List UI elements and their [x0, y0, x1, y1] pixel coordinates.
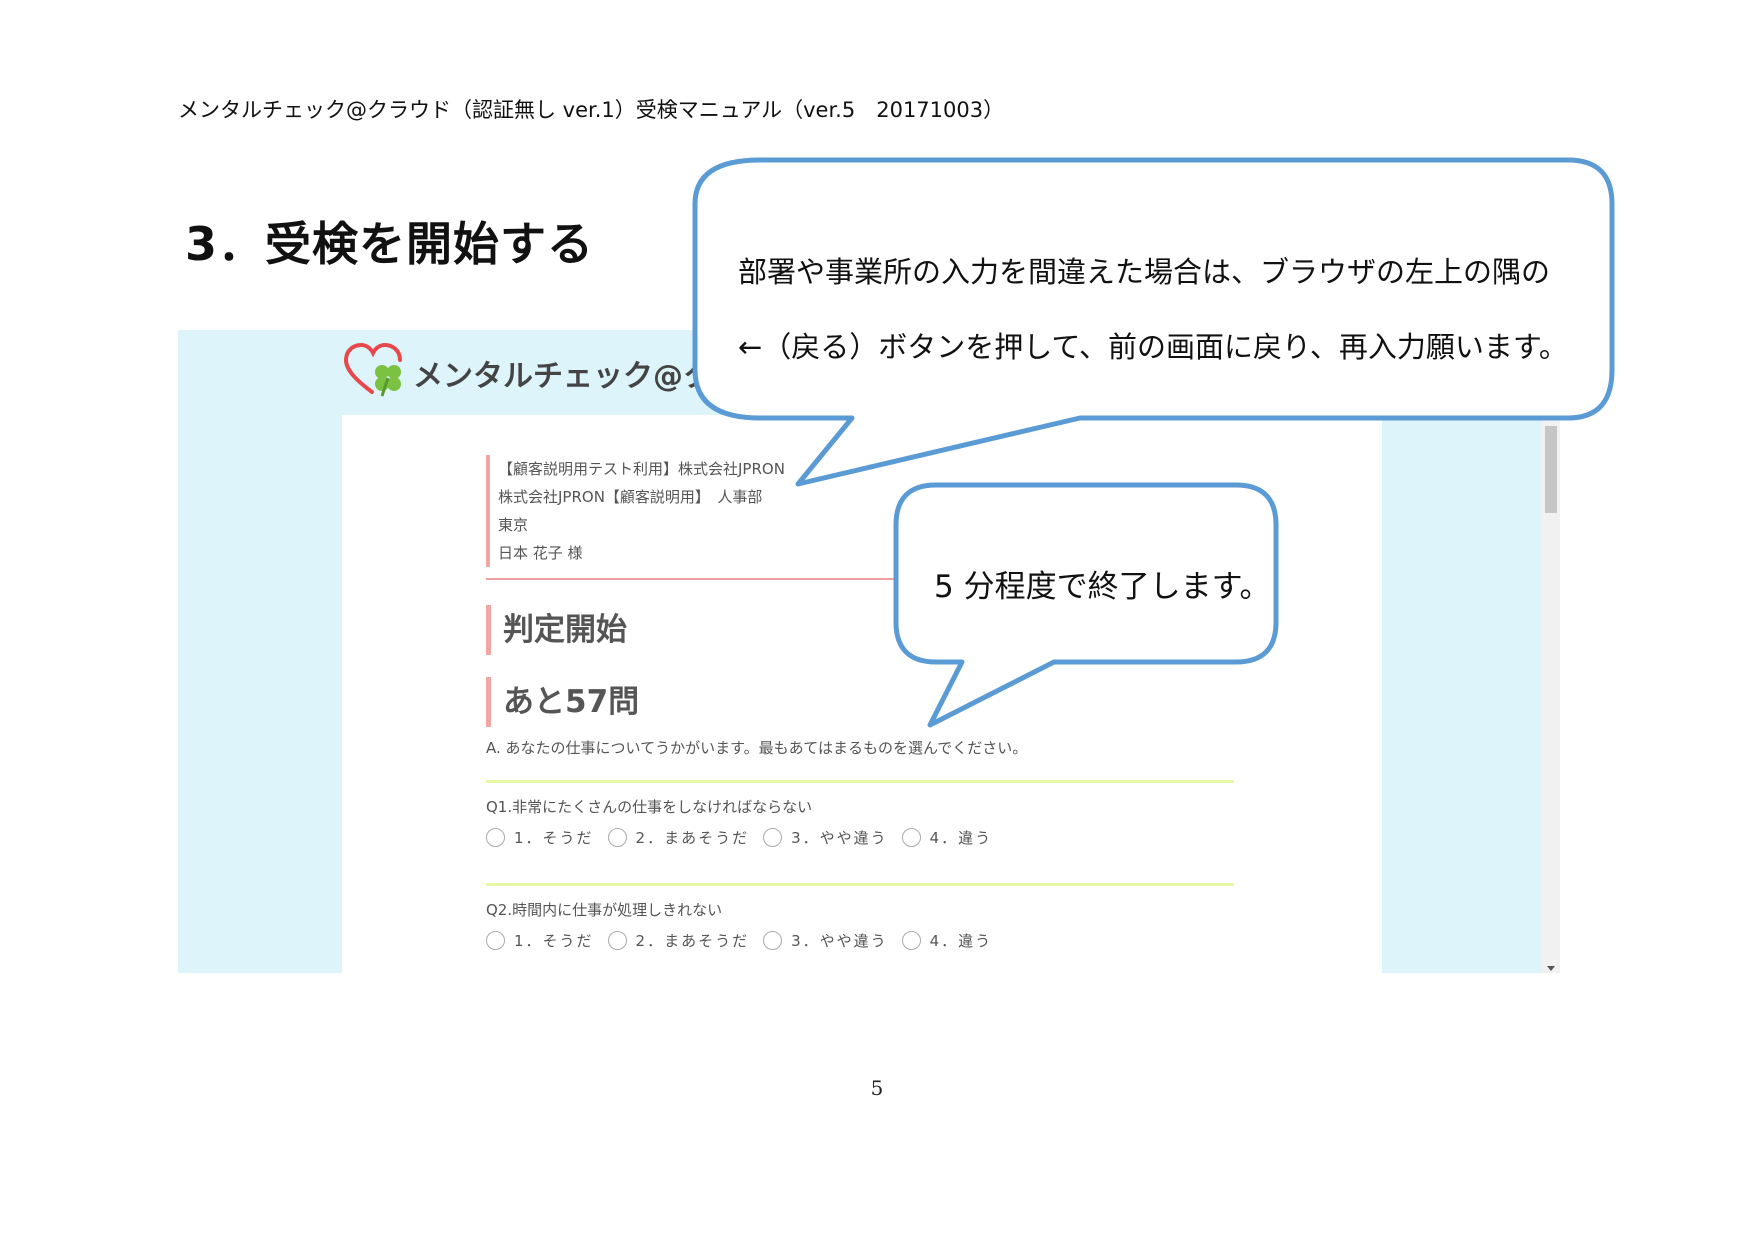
question-card: 【顧客説明用テスト利用】株式会社JPRON 株式会社JPRON【顧客説明用】 人… [342, 415, 1382, 973]
app-screenshot: メンタルチェック@クラ 【顧客説明用テスト利用】株式会社JPRON 株式会社JP… [178, 330, 1560, 973]
radio-button[interactable] [763, 931, 783, 950]
answer-option[interactable]: 3．やや違う [763, 827, 888, 848]
app-name: メンタルチェック@クラ [413, 359, 743, 394]
document-header: メンタルチェック@クラウド（認証無し ver.1）受検マニュアル（ver.5 2… [178, 98, 1005, 122]
option-label: 3．やや違う [791, 829, 888, 847]
question-text: Q1.非常にたくさんの仕事をしなければならない [486, 798, 813, 816]
scrollbar[interactable] [1542, 420, 1560, 973]
logo-icon [343, 342, 402, 397]
option-label: 1．そうだ [514, 829, 594, 847]
radio-button[interactable] [901, 828, 921, 847]
option-label: 4．違う [929, 829, 993, 847]
remaining-count: あと57問 [486, 677, 639, 727]
section-title: 3．受検を開始する [185, 217, 595, 271]
option-label: 1．そうだ [514, 932, 594, 950]
info-line: 株式会社JPRON【顧客説明用】 人事部 [486, 483, 785, 511]
answer-option[interactable]: 2．まあそうだ [607, 930, 750, 951]
divider [486, 578, 906, 580]
heading-start: 判定開始 [486, 605, 627, 655]
page-number: 5 [870, 1076, 884, 1100]
info-line: 東京 [486, 511, 785, 539]
radio-button[interactable] [486, 828, 505, 847]
answer-options: 1．そうだ 2．まあそうだ 3．やや違う 4．違う [486, 827, 1006, 848]
callout-duration-text: 5 分程度で終了します。 [934, 569, 1271, 605]
callout-line: 部署や事業所の入力を間違えた場合は、ブラウザの左上の隅の [738, 255, 1551, 289]
answer-options: 1．そうだ 2．まあそうだ 3．やや違う 4．違う [486, 930, 1006, 951]
question-text: Q2.時間内に仕事が処理しきれない [486, 901, 723, 919]
option-label: 3．やや違う [791, 932, 888, 950]
radio-button[interactable] [763, 828, 783, 847]
answer-option[interactable]: 4．違う [901, 930, 993, 951]
callout-line: ←（戻る）ボタンを押して、前の画面に戻り、再入力願います。 [738, 330, 1568, 364]
answer-option[interactable]: 1．そうだ [486, 827, 594, 848]
scroll-down-icon[interactable] [1547, 966, 1555, 971]
respondent-info: 【顧客説明用テスト利用】株式会社JPRON 株式会社JPRON【顧客説明用】 人… [486, 455, 785, 567]
option-label: 2．まあそうだ [635, 932, 750, 950]
callout-main-text: 部署や事業所の入力を間違えた場合は、ブラウザの左上の隅の ←（戻る）ボタンを押し… [738, 235, 1598, 385]
info-line: 【顧客説明用テスト利用】株式会社JPRON [486, 455, 785, 483]
info-line: 日本 花子 様 [486, 539, 785, 567]
answer-option[interactable]: 4．違う [901, 827, 993, 848]
option-label: 2．まあそうだ [635, 829, 750, 847]
radio-button[interactable] [486, 931, 505, 950]
divider [486, 780, 1234, 783]
answer-option[interactable]: 3．やや違う [763, 930, 888, 951]
divider [486, 883, 1234, 886]
radio-button[interactable] [607, 931, 627, 950]
section-instruction: A. あなたの仕事についてうかがいます。最もあてはまるものを選んでください。 [486, 739, 1028, 757]
scroll-thumb[interactable] [1545, 426, 1557, 513]
answer-option[interactable]: 1．そうだ [486, 930, 594, 951]
option-label: 4．違う [929, 932, 993, 950]
radio-button[interactable] [901, 931, 921, 950]
radio-button[interactable] [607, 828, 627, 847]
answer-option[interactable]: 2．まあそうだ [607, 827, 750, 848]
